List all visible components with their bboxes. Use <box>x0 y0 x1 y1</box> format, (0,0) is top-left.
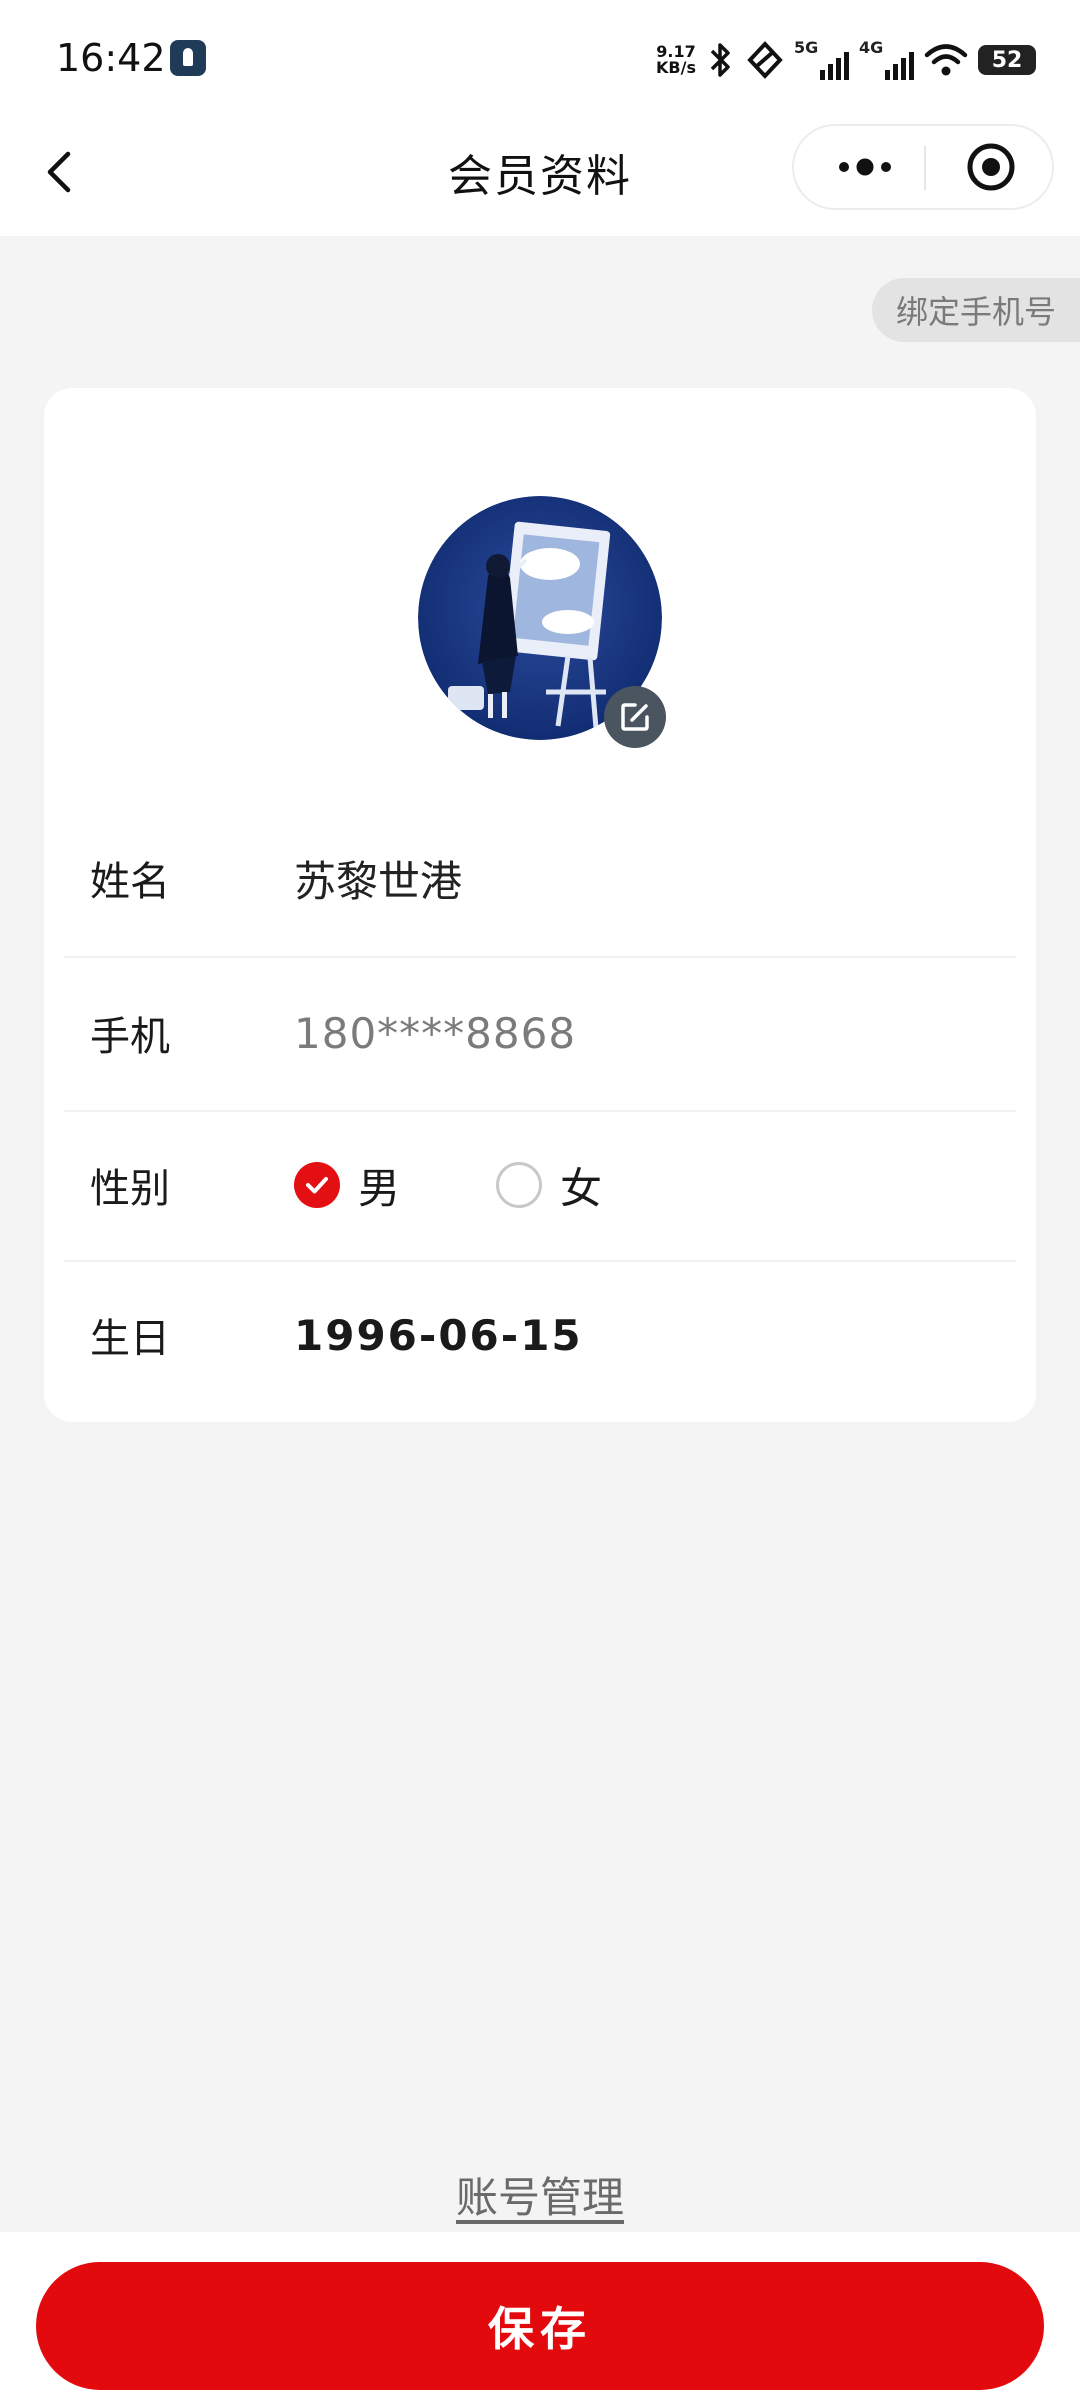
name-input[interactable]: 苏黎世港 <box>294 848 462 909</box>
profile-card: 姓名 苏黎世港 手机 180****8868 性别 男 女 生日 1996-06… <box>44 388 1036 1422</box>
signal-4g-icon: 4G <box>859 38 914 80</box>
wifi-icon <box>924 44 968 76</box>
name-label: 姓名 <box>90 859 170 905</box>
battery-icon: 52 <box>978 45 1036 75</box>
phone-label: 手机 <box>90 1014 170 1060</box>
gender-option-female[interactable]: 女 <box>496 1155 602 1216</box>
gender-option-male[interactable]: 男 <box>294 1155 400 1216</box>
nav-bar: 会员资料 <box>0 118 1080 236</box>
app-notification-icon <box>170 40 206 76</box>
radio-unchecked-icon[interactable] <box>496 1162 543 1208</box>
signal-5g-icon: 5G <box>794 38 849 80</box>
signal-4g-label: 4G <box>859 38 884 57</box>
signal-5g-label: 5G <box>794 38 819 57</box>
status-time: 16:42 <box>56 36 166 80</box>
account-management-link[interactable]: 账号管理 <box>0 2164 1080 2225</box>
phone-value: 180****8868 <box>294 1008 577 1058</box>
radio-checked-icon[interactable] <box>294 1162 340 1208</box>
bluetooth-icon <box>710 43 730 77</box>
net-speed: 9.17 KB/s <box>656 44 696 76</box>
capsule-divider <box>924 146 926 190</box>
battery-level: 52 <box>991 47 1023 73</box>
birthday-value[interactable]: 1996-06-15 <box>294 1311 583 1360</box>
avatar-container[interactable] <box>418 496 666 748</box>
status-icons: 9.17 KB/s 5G 4G 52 <box>656 38 1036 82</box>
edit-avatar-button[interactable] <box>604 686 666 748</box>
gender-label: 性别 <box>90 1166 170 1212</box>
target-close-icon[interactable] <box>954 138 1028 196</box>
net-speed-unit: KB/s <box>656 58 696 77</box>
bottom-bar: 保存 <box>0 2232 1080 2400</box>
birthday-row[interactable]: 生日 1996-06-15 <box>64 1260 1016 1410</box>
bind-phone-button[interactable]: 绑定手机号 <box>872 278 1080 342</box>
phone-row: 手机 180****8868 <box>64 956 1016 1112</box>
more-dots-icon[interactable] <box>818 138 912 196</box>
nfc-icon <box>747 41 783 79</box>
birthday-label: 生日 <box>90 1316 170 1362</box>
status-bar: 16:42 9.17 KB/s 5G 4G 52 <box>0 0 1080 118</box>
gender-row: 性别 男 女 <box>64 1110 1016 1262</box>
save-button[interactable]: 保存 <box>36 2262 1044 2390</box>
name-row[interactable]: 姓名 苏黎世港 <box>64 800 1016 958</box>
mini-program-capsule <box>792 124 1054 210</box>
gender-male-label: 男 <box>358 1163 401 1213</box>
gender-female-label: 女 <box>560 1163 603 1213</box>
edit-icon <box>621 703 649 731</box>
